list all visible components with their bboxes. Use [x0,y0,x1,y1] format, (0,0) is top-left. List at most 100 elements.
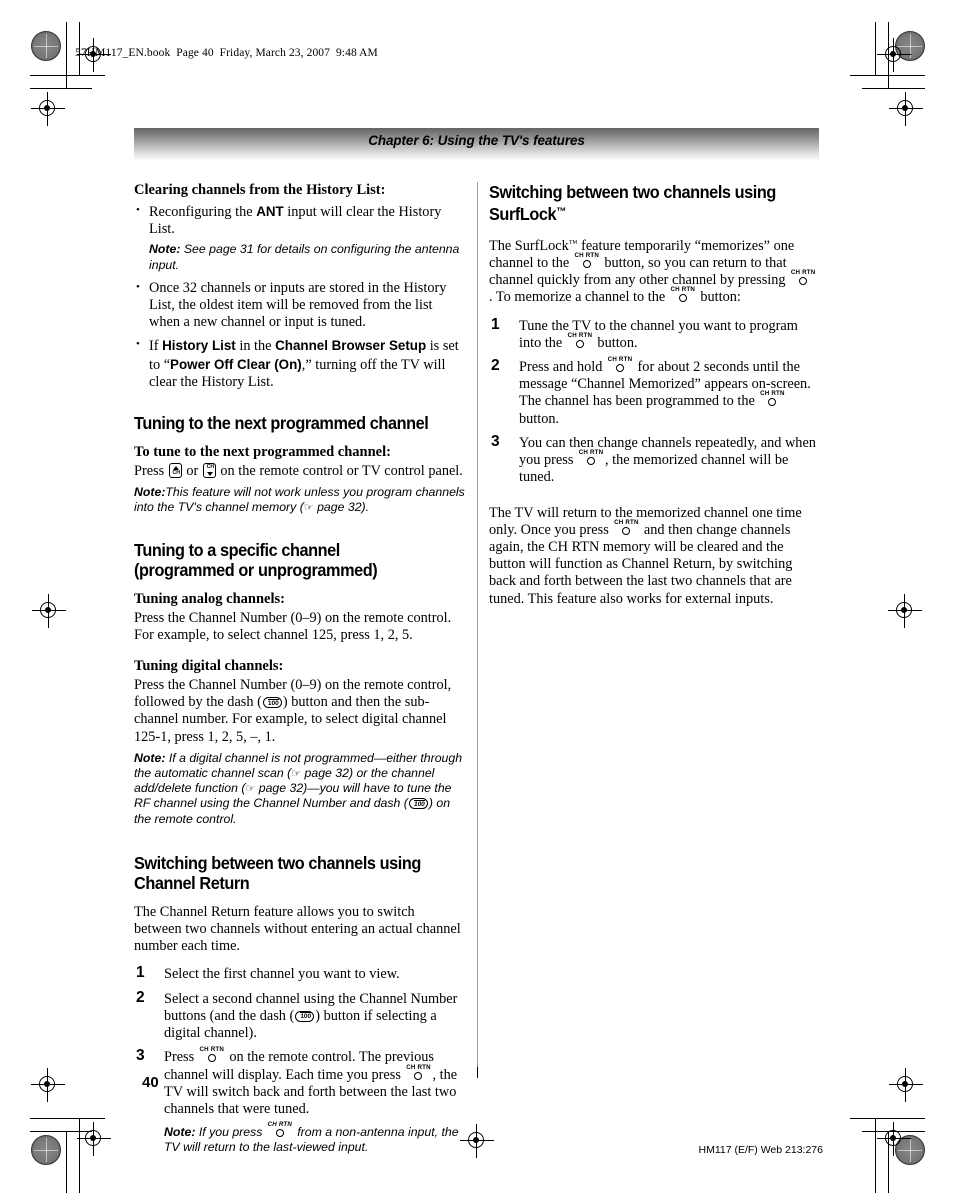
ch-rtn-caption: CH RTN [760,390,785,398]
ch-rtn-circle [582,260,591,269]
registration-mark-bottom-right-inner [889,1068,923,1102]
note-label: Note: [134,750,166,765]
section-heading-specific-channel: Tuning to a specific channel (programmed… [134,539,378,580]
ch-rtn-caption: CH RTN [267,1121,293,1129]
ch-rtn-circle [275,1129,284,1138]
channel-down-button-icon: CH [202,463,216,479]
bullet-text-mid1: in the [235,338,276,355]
text-intro-p1: The SurfLock [489,237,569,254]
channel-return-steps: 1 Select the first channel you want to v… [134,964,465,1155]
note-program-channels: Note:This feature will not work unless y… [134,485,465,515]
chapter-banner: Chapter 6: Using the TV's features [134,128,819,161]
registration-mark-bottom-center [460,1124,494,1158]
dash-100-button-icon: 100 [262,697,282,709]
crop-line-bottom-right-v2 [875,1118,876,1193]
ch-rtn-button-icon: CH RTN [567,332,593,349]
subheading-tune-next-programmed: To tune to the next programmed channel: [134,444,391,461]
dash-button-label: 100 [267,698,279,707]
ch-rtn-caption: CH RTN [790,269,816,277]
step-text-pre: Press and hold [519,359,606,376]
step-number: 2 [136,988,145,1006]
ch-rtn-caption: CH RTN [574,252,600,260]
dash-button-label: 100 [300,1012,312,1021]
ch-rtn-caption: CH RTN [578,449,604,457]
note-digital-channel-not-programmed: Note: If a digital channel is not progra… [134,751,465,827]
page-number: 40 [142,1074,159,1091]
channel-up-label: CH [172,470,181,477]
bullet-bold-history-list: History List [162,338,236,354]
ch-rtn-caption: CH RTN [670,286,696,294]
registration-mark-top-right-outer [877,38,911,72]
density-patch-bottom-left [31,1135,61,1165]
ch-rtn-caption: CH RTN [607,356,633,364]
crop-line-bottom-left-v1 [66,1131,67,1193]
section-heading-surflock: Switching between two channels using Sur… [489,182,797,224]
ch-rtn-circle [768,398,777,407]
channel-up-button-icon: CH [168,463,182,479]
list-item: Once 32 channels or inputs are stored in… [134,279,465,332]
ch-rtn-circle [414,1071,423,1080]
list-item: 3 Press CH RTN on the remote control. Th… [134,1047,465,1155]
ch-rtn-circle [799,277,808,286]
registration-mark-bottom-left-inner [31,1068,65,1102]
note-text-pre: This feature will not work unless you pr… [134,485,465,515]
bullet-text-pre: Reconfiguring the [149,204,257,220]
crop-line-bottom-right-h1 [850,1118,925,1119]
crop-line-top-left-h1 [30,75,105,76]
crop-line-top-right-v2 [875,22,876,75]
text-intro-p4: . To memorize a channel to the [489,289,669,306]
bullet-text: Once 32 channels or inputs are stored in… [149,279,447,331]
step-text-pre: Press [164,1049,198,1066]
crop-line-top-left-h2 [30,88,92,89]
section-heading-next-programmed-channel: Tuning to the next programmed channel [134,413,429,434]
surflock-steps: 1 Tune the TV to the channel you want to… [489,316,820,487]
text-intro-p5: button: [696,289,741,306]
list-item: 1 Select the first channel you want to v… [134,964,465,983]
crop-line-bottom-left-h1 [30,1118,105,1119]
pointing-hand-icon: ☞ [303,501,314,515]
bullet-bold-channel-browser-setup: Channel Browser Setup [275,338,427,354]
history-list-bullets: Reconfiguring the ANT input will clear t… [134,202,465,391]
ch-rtn-button-icon: CH RTN [574,252,600,269]
dash-button-label: 100 [413,799,425,808]
paragraph-tuning-analog: Press the Channel Number (0–9) on the re… [134,609,452,643]
ch-rtn-circle [615,364,624,373]
note-label: Note: [134,485,166,500]
paragraph-surflock-outro: The TV will return to the memorized chan… [489,505,820,608]
trademark-symbol: ™ [556,206,566,218]
channel-down-label: CH [206,464,215,471]
ch-rtn-button-icon: CH RTN [267,1121,293,1138]
chapter-title: Chapter 6: Using the TV's features [368,133,585,148]
step-text-post: button. [519,410,560,427]
step-text: Select the first channel you want to vie… [164,966,400,983]
ch-rtn-button-icon: CH RTN [405,1063,431,1081]
ch-rtn-caption: CH RTN [614,518,639,526]
ch-rtn-button-icon: CH RTN [613,518,639,536]
ch-rtn-caption: CH RTN [406,1063,431,1071]
subheading-tuning-analog: Tuning analog channels: [134,590,285,607]
surflock-heading-line2: SurfLock [489,203,557,224]
crop-line-top-right-h2 [862,88,925,89]
registration-mark-mid-left [32,594,66,628]
list-item: If History List in the Channel Browser S… [134,336,465,391]
step-text-post: button. [593,334,638,351]
note-label: Note: [149,242,181,257]
step-number: 1 [136,964,145,982]
list-item: 2 Press and hold CH RTN for about 2 seco… [489,356,820,428]
paragraph-tuning-digital: Press the Channel Number (0–9) on the re… [134,677,465,746]
registration-mark-bottom-left-outer [77,1122,111,1156]
registration-mark-mid-right [888,594,922,628]
ch-rtn-button-icon: CH RTN [759,390,785,407]
dash-100-button-icon: 100 [408,798,428,810]
ch-rtn-circle [622,526,631,535]
ch-rtn-circle [575,339,584,348]
history-antenna-note: Note: See page 31 for details on configu… [149,242,465,272]
bullet-bold-ant: ANT [256,204,284,219]
ch-rtn-button-icon: CH RTN [670,286,696,303]
paragraph-channel-return-intro: The Channel Return feature allows you to… [134,903,461,955]
book-file-header: 57HM117_EN.book Page 40 Friday, March 23… [75,47,378,59]
paragraph-press-ch-buttons: Press CH or CH on the remote control or … [134,463,465,480]
list-item: 1 Tune the TV to the channel you want to… [489,316,820,352]
left-column: Clearing channels from the History List:… [134,182,465,1166]
history-list-heading: Clearing channels from the History List: [134,182,386,198]
